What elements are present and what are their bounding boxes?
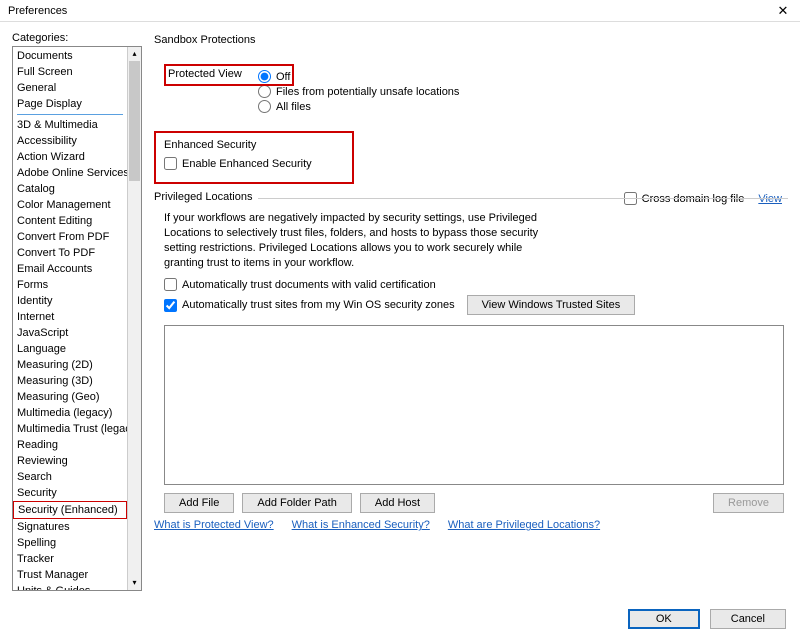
enhanced-title: Enhanced Security bbox=[164, 139, 344, 151]
radio-off[interactable]: Off bbox=[258, 70, 459, 83]
sidebar-item[interactable]: General bbox=[13, 80, 127, 96]
sidebar-item[interactable]: Reading bbox=[13, 437, 127, 453]
sidebar-item[interactable]: Accessibility bbox=[13, 133, 127, 149]
sidebar-item[interactable]: Convert From PDF bbox=[13, 229, 127, 245]
window-title: Preferences bbox=[8, 5, 67, 17]
sidebar-item[interactable]: 3D & Multimedia bbox=[13, 117, 127, 133]
sidebar-item[interactable]: Search bbox=[13, 469, 127, 485]
sidebar-item[interactable]: Reviewing bbox=[13, 453, 127, 469]
sidebar-item[interactable]: Full Screen bbox=[13, 64, 127, 80]
protected-view-label: Protected View bbox=[168, 68, 248, 115]
add-host-button[interactable]: Add Host bbox=[360, 493, 435, 513]
remove-button: Remove bbox=[713, 493, 784, 513]
auto-trust-cert-checkbox[interactable]: Automatically trust documents with valid… bbox=[164, 278, 784, 291]
link-protected-view[interactable]: What is Protected View? bbox=[154, 519, 274, 531]
close-icon[interactable]: ✕ bbox=[766, 0, 800, 22]
dialog-footer: OK Cancel bbox=[628, 609, 786, 629]
sidebar-item[interactable]: Documents bbox=[13, 48, 127, 64]
categories-listbox[interactable]: DocumentsFull ScreenGeneralPage Display 3… bbox=[12, 46, 142, 591]
sidebar-item[interactable]: Tracker bbox=[13, 551, 127, 567]
sidebar-item[interactable]: Multimedia Trust (legacy) bbox=[13, 421, 127, 437]
privileged-locations-list[interactable] bbox=[164, 325, 784, 485]
sidebar-item[interactable]: Spelling bbox=[13, 535, 127, 551]
scroll-up-icon[interactable]: ▴ bbox=[128, 47, 141, 61]
ok-button[interactable]: OK bbox=[628, 609, 700, 629]
scrollbar[interactable]: ▴ ▾ bbox=[127, 47, 141, 590]
sidebar-item[interactable]: Units & Guides bbox=[13, 583, 127, 591]
view-trusted-sites-button[interactable]: View Windows Trusted Sites bbox=[467, 295, 636, 315]
auto-trust-os-checkbox[interactable]: Automatically trust sites from my Win OS… bbox=[164, 299, 455, 312]
radio-all[interactable]: All files bbox=[258, 100, 459, 113]
cancel-button[interactable]: Cancel bbox=[710, 609, 786, 629]
link-enhanced-security[interactable]: What is Enhanced Security? bbox=[292, 519, 430, 531]
sandbox-title: Sandbox Protections bbox=[154, 32, 788, 46]
sidebar-item[interactable]: Trust Manager bbox=[13, 567, 127, 583]
sidebar-item[interactable]: Forms bbox=[13, 277, 127, 293]
sidebar-item[interactable]: Page Display bbox=[13, 96, 127, 112]
categories-label: Categories: bbox=[12, 32, 142, 44]
privileged-help: If your workflows are negatively impacte… bbox=[164, 211, 564, 270]
privileged-title: Privileged Locations bbox=[154, 191, 258, 203]
sidebar-item[interactable]: Adobe Online Services bbox=[13, 165, 127, 181]
sidebar-item[interactable]: Convert To PDF bbox=[13, 245, 127, 261]
sidebar-item[interactable]: Measuring (3D) bbox=[13, 373, 127, 389]
sidebar-item[interactable]: Content Editing bbox=[13, 213, 127, 229]
titlebar: Preferences ✕ bbox=[0, 0, 800, 22]
add-folder-button[interactable]: Add Folder Path bbox=[242, 493, 352, 513]
sidebar-item[interactable]: Identity bbox=[13, 293, 127, 309]
enable-enhanced-checkbox[interactable]: Enable Enhanced Security bbox=[164, 157, 344, 170]
sidebar: Categories: DocumentsFull ScreenGeneralP… bbox=[12, 32, 142, 591]
scroll-thumb[interactable] bbox=[129, 61, 140, 181]
sidebar-item[interactable]: Catalog bbox=[13, 181, 127, 197]
sidebar-item[interactable]: Multimedia (legacy) bbox=[13, 405, 127, 421]
sidebar-item[interactable]: Measuring (2D) bbox=[13, 357, 127, 373]
sidebar-item[interactable]: Security bbox=[13, 485, 127, 501]
radio-unsafe[interactable]: Files from potentially unsafe locations bbox=[258, 85, 459, 98]
scroll-down-icon[interactable]: ▾ bbox=[128, 576, 141, 590]
sidebar-item[interactable]: Color Management bbox=[13, 197, 127, 213]
add-file-button[interactable]: Add File bbox=[164, 493, 234, 513]
sidebar-item[interactable]: Measuring (Geo) bbox=[13, 389, 127, 405]
sidebar-item[interactable]: Action Wizard bbox=[13, 149, 127, 165]
link-privileged-locations[interactable]: What are Privileged Locations? bbox=[448, 519, 600, 531]
main-panel: Sandbox Protections Protected View Off F… bbox=[154, 32, 788, 591]
sidebar-item[interactable]: JavaScript bbox=[13, 325, 127, 341]
sidebar-item[interactable]: Security (Enhanced) bbox=[13, 501, 127, 519]
sidebar-item[interactable]: Email Accounts bbox=[13, 261, 127, 277]
sidebar-item[interactable]: Language bbox=[13, 341, 127, 357]
sidebar-item[interactable]: Signatures bbox=[13, 519, 127, 535]
sidebar-item[interactable]: Internet bbox=[13, 309, 127, 325]
